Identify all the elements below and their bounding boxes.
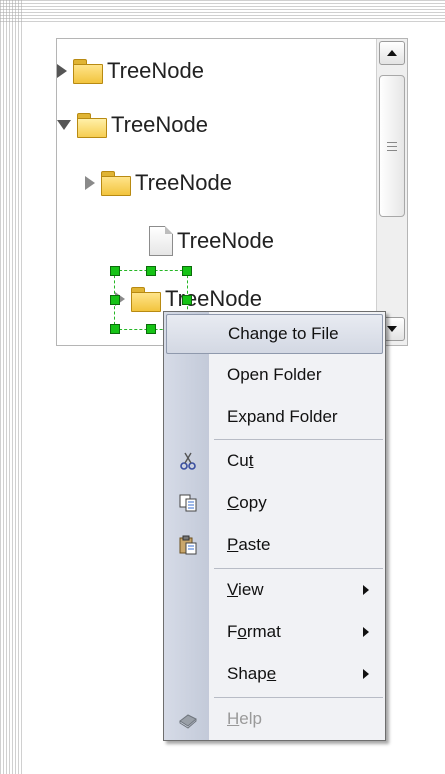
menu-item-change-to-file[interactable]: Change to File	[166, 314, 383, 354]
expand-arrow-icon[interactable]	[85, 176, 95, 190]
menu-item-label: Copy	[227, 493, 267, 512]
folder-icon	[73, 59, 103, 84]
folder-icon	[101, 171, 131, 196]
menu-item-label: View	[227, 580, 264, 599]
menu-separator	[214, 439, 383, 440]
menu-item-format[interactable]: Format	[166, 613, 383, 653]
menu-item-label: Open Folder	[227, 365, 322, 384]
resize-handle[interactable]	[182, 266, 192, 276]
paste-icon	[179, 535, 197, 555]
menu-item-shape[interactable]: Shape	[166, 655, 383, 695]
scroll-up-button[interactable]	[379, 41, 405, 65]
menu-separator	[214, 568, 383, 569]
vertical-scrollbar[interactable]	[376, 39, 407, 345]
resize-handle[interactable]	[182, 295, 192, 305]
resize-handle[interactable]	[110, 295, 120, 305]
tree-node-label: TreeNode	[107, 58, 205, 83]
menu-item-view[interactable]: View	[166, 571, 383, 611]
tree-node-label: TreeNode	[111, 112, 209, 137]
menu-item-expand-folder[interactable]: Expand Folder	[166, 398, 383, 438]
tree-view[interactable]: TreeNode TreeNode TreeNode TreeNode Tree…	[56, 38, 408, 346]
resize-handle[interactable]	[110, 266, 120, 276]
menu-item-label: Format	[227, 622, 281, 641]
tree-node-label: TreeNode	[135, 170, 233, 195]
menu-item-label: Shape	[227, 664, 277, 683]
tree-node-2[interactable]: TreeNode	[57, 105, 208, 145]
scroll-thumb[interactable]	[379, 75, 405, 217]
menu-item-label: Help	[227, 709, 262, 728]
menu-item-help[interactable]: Help	[166, 700, 383, 740]
expand-arrow-icon[interactable]	[57, 64, 67, 78]
menu-item-label: Cut	[227, 451, 254, 470]
scissors-icon	[180, 452, 196, 470]
collapse-arrow-icon[interactable]	[57, 120, 71, 130]
tree-node-3[interactable]: TreeNode	[85, 163, 232, 203]
open-folder-icon	[77, 113, 107, 138]
menu-item-label: Paste	[227, 535, 271, 554]
menu-item-open-folder[interactable]: Open Folder	[166, 356, 383, 396]
menu-item-cut[interactable]: Cut	[166, 442, 383, 482]
context-menu: Change to File Open Folder Expand Folder…	[163, 311, 386, 741]
menu-separator	[214, 697, 383, 698]
scroll-thumb-grip-icon	[387, 141, 397, 151]
tree-node-4[interactable]: TreeNode	[143, 221, 274, 261]
tree-node-label: TreeNode	[177, 228, 275, 253]
scroll-down-arrow-icon	[387, 326, 397, 332]
tree-node-1[interactable]: TreeNode	[57, 51, 204, 91]
submenu-arrow-icon	[363, 627, 369, 637]
copy-icon	[179, 494, 197, 512]
submenu-arrow-icon	[363, 669, 369, 679]
menu-item-copy[interactable]: Copy	[166, 484, 383, 524]
help-book-icon	[179, 714, 197, 729]
resize-handle[interactable]	[110, 324, 120, 334]
menu-item-paste[interactable]: Paste	[166, 526, 383, 566]
file-icon	[149, 226, 173, 256]
submenu-arrow-icon	[363, 585, 369, 595]
resize-handle[interactable]	[146, 324, 156, 334]
scroll-up-arrow-icon	[387, 50, 397, 56]
resize-handle[interactable]	[146, 266, 156, 276]
menu-item-label: Change to File	[228, 324, 339, 343]
menu-item-label: Expand Folder	[227, 407, 338, 426]
